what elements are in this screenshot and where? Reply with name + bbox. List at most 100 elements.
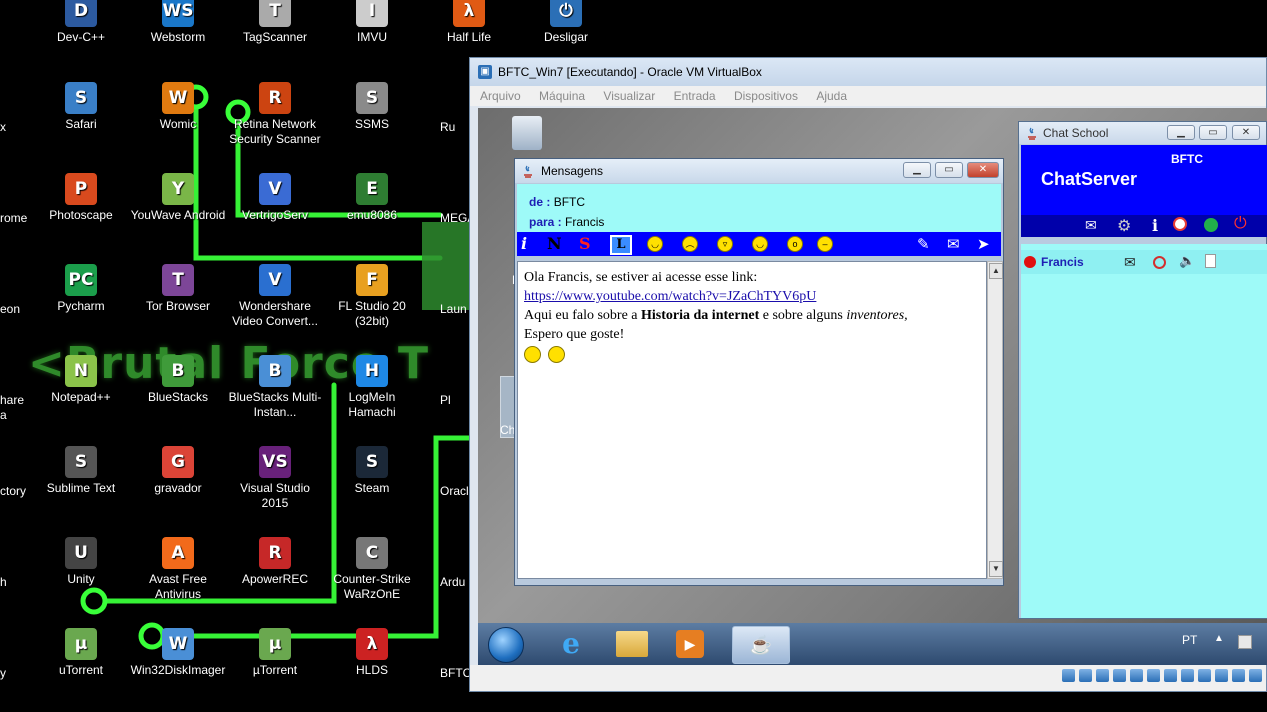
desktop-icon[interactable]: B BlueStacks — [130, 355, 226, 405]
desktop-icon[interactable]: A Avast Free Antivirus — [130, 537, 226, 602]
surprised-emoji-icon[interactable]: o — [787, 236, 803, 252]
smile-emoji-icon[interactable]: ◡ — [647, 236, 663, 252]
speaker-icon[interactable]: 🔈 — [1179, 253, 1195, 269]
minimize-button[interactable]: ▁ — [903, 162, 931, 178]
explorer-folder-icon[interactable] — [616, 631, 648, 657]
desktop-icon[interactable]: W Win32DiskImager — [130, 628, 226, 678]
envelope-icon[interactable]: ✉ — [947, 232, 960, 256]
usb-icon[interactable] — [1130, 669, 1143, 682]
tray-arrow-icon[interactable]: ▲ — [1214, 633, 1224, 644]
strike-button[interactable]: S — [579, 232, 591, 256]
desktop-icon[interactable]: λ Half Life — [421, 0, 517, 45]
desktop-icon[interactable]: C Counter-Strike WaRzOnE — [324, 537, 420, 602]
desktop-icon[interactable]: S SSMS — [324, 82, 420, 132]
envelope-icon[interactable]: ✉ — [1085, 217, 1097, 234]
desktop-icon[interactable]: T Tor Browser — [130, 264, 226, 314]
chat-school-window[interactable]: Chat School ▁ ▭ ✕ BFTC ChatServer ✉ ⚙ i … — [1018, 121, 1267, 619]
info-icon[interactable]: i — [1152, 216, 1158, 235]
contact-row[interactable]: Francis ✉ 🔈 — [1021, 250, 1267, 274]
mensagens-window[interactable]: Mensagens ▁ ▭ ✕ de : BFTC para : Francis… — [514, 158, 1004, 586]
desktop-icon[interactable]: λ HLDS — [324, 628, 420, 678]
language-indicator[interactable]: PT — [1182, 633, 1197, 647]
power-icon[interactable]: ⏻ — [1234, 215, 1247, 233]
desktop-icon[interactable]: R ApowerREC — [227, 537, 323, 587]
menu-visualizar[interactable]: Visualizar — [603, 86, 655, 106]
desktop-icon[interactable]: F FL Studio 20 (32bit) — [324, 264, 420, 329]
online-status-icon[interactable] — [1204, 218, 1218, 232]
menu-entrada[interactable]: Entrada — [674, 86, 716, 106]
tongue-emoji-icon[interactable]: ▿ — [717, 236, 733, 252]
block-icon[interactable] — [1153, 256, 1166, 269]
desktop-icon[interactable]: D Dev-C++ — [33, 0, 129, 45]
pencil-icon[interactable]: ✎ — [917, 232, 930, 256]
desktop-icon[interactable]: B BlueStacks Multi-Instan... — [227, 355, 323, 420]
scroll-up-icon[interactable]: ▲ — [989, 263, 1003, 279]
desktop-icon[interactable]: S Steam — [324, 446, 420, 496]
desktop-icon[interactable]: WS Webstorm — [130, 0, 226, 45]
java-task-button[interactable]: ☕ — [732, 626, 790, 664]
mensagens-titlebar[interactable]: Mensagens ▁ ▭ ✕ — [515, 159, 1003, 183]
envelope-icon[interactable]: ✉ — [1124, 254, 1136, 271]
desktop-icon[interactable]: ⏻ Desligar — [518, 0, 614, 45]
sad-emoji-icon[interactable]: ︵ — [682, 236, 698, 252]
close-button[interactable]: ✕ — [1232, 125, 1260, 140]
video-icon[interactable] — [1198, 669, 1211, 682]
optical-icon[interactable] — [1079, 669, 1092, 682]
minimize-button[interactable]: ▁ — [1167, 125, 1195, 140]
bold-button[interactable]: N — [547, 232, 562, 256]
message-scrollbar[interactable]: ▲ ▼ — [987, 261, 1003, 579]
block-icon[interactable] — [1173, 217, 1187, 231]
hdd-icon[interactable] — [1062, 669, 1075, 682]
display-icon[interactable] — [1164, 669, 1177, 682]
desktop-icon[interactable]: S Sublime Text — [33, 446, 129, 496]
desktop-icon[interactable]: PC Pycharm — [33, 264, 129, 314]
menu-arquivo[interactable]: Arquivo — [480, 86, 521, 106]
desktop-icon[interactable]: T TagScanner — [227, 0, 323, 45]
desktop-icon[interactable]: Eemu8086 — [324, 173, 420, 223]
capture-icon[interactable] — [1181, 669, 1194, 682]
grin-emoji-icon[interactable]: ◡ — [752, 236, 768, 252]
tray-network-icon[interactable] — [1238, 635, 1252, 649]
start-orb-icon[interactable] — [488, 627, 524, 663]
close-button[interactable]: ✕ — [967, 162, 999, 178]
neutral-emoji-icon[interactable]: – — [817, 236, 833, 252]
maximize-button[interactable]: ▭ — [935, 162, 963, 178]
scroll-down-icon[interactable]: ▼ — [989, 561, 1003, 577]
message-body[interactable]: Ola Francis, se estiver ai acesse esse l… — [517, 261, 987, 579]
desktop-icon[interactable]: R Retina Network Security Scanner — [227, 82, 323, 147]
maximize-button[interactable]: ▭ — [1199, 125, 1227, 140]
desktop-icon[interactable]: V Wondershare Video Convert... — [227, 264, 323, 329]
link-button[interactable]: L — [610, 235, 632, 255]
desktop-icon[interactable]: Y YouWave Android — [130, 173, 226, 223]
menu-dispositivos[interactable]: Dispositivos — [734, 86, 798, 106]
desktop-icon[interactable]: VS Visual Studio 2015 — [227, 446, 323, 511]
shared-folder-icon[interactable] — [1147, 669, 1160, 682]
send-icon[interactable]: ➤ — [977, 232, 990, 256]
vbox-titlebar[interactable]: ▣ BFTC_Win7 [Executando] - Oracle VM Vir… — [470, 58, 1266, 86]
network-icon[interactable] — [1113, 669, 1126, 682]
internet-explorer-icon[interactable]: e — [556, 629, 586, 659]
menu-maquina[interactable]: Máquina — [539, 86, 585, 106]
desktop-icon[interactable]: µ uTorrent — [33, 628, 129, 678]
host-key-icon[interactable] — [1249, 669, 1262, 682]
menu-ajuda[interactable]: Ajuda — [816, 86, 847, 106]
document-icon[interactable] — [1205, 254, 1216, 268]
desktop-icon[interactable]: µ µTorrent — [227, 628, 323, 678]
desktop-icon[interactable]: S Safari — [33, 82, 129, 132]
desktop-icon[interactable]: V VertrigoServ — [227, 173, 323, 223]
audio-icon[interactable] — [1096, 669, 1109, 682]
cpu-icon[interactable] — [1215, 669, 1228, 682]
desktop-icon[interactable]: H LogMeIn Hamachi — [324, 355, 420, 420]
desktop-icon[interactable]: Ggravador — [130, 446, 226, 496]
youtube-link[interactable]: https://www.youtube.com/watch?v=JZaChTYV… — [524, 289, 816, 304]
media-player-icon[interactable]: ▶ — [676, 630, 704, 658]
italic-button[interactable]: i — [521, 232, 527, 256]
chat-titlebar[interactable]: Chat School ▁ ▭ ✕ — [1019, 122, 1266, 144]
desktop-icon[interactable]: P Photoscape — [33, 173, 129, 223]
desktop-icon[interactable]: N Notepad++ — [33, 355, 129, 405]
recycle-bin-icon[interactable] — [512, 116, 542, 150]
desktop-icon[interactable]: W Womic — [130, 82, 226, 132]
mouse-icon[interactable] — [1232, 669, 1245, 682]
desktop-icon[interactable]: I IMVU — [324, 0, 420, 45]
desktop-icon[interactable]: U Unity — [33, 537, 129, 587]
